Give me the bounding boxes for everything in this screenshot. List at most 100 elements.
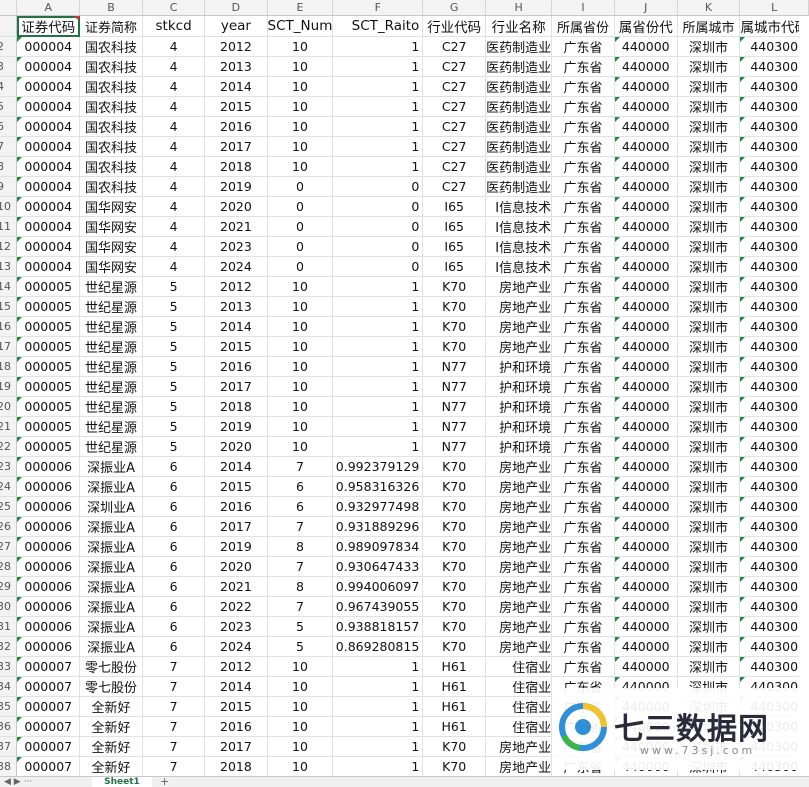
table-cell[interactable]: 1 [332,296,424,317]
table-cell[interactable]: 5 [142,376,206,397]
table-cell[interactable]: 1 [332,716,424,737]
table-cell[interactable]: 1 [332,676,424,697]
row-number[interactable]: 5 [0,96,18,117]
table-cell[interactable]: 0.931889296 [332,516,424,537]
table-cell[interactable]: 0 [267,256,334,277]
table-cell[interactable]: C27 [422,116,487,137]
table-cell[interactable]: 深圳市 [677,356,741,377]
row-number[interactable]: 20 [0,396,18,417]
table-cell[interactable]: 深圳市 [677,156,741,177]
table-cell[interactable]: 440000 [614,536,678,557]
table-cell[interactable]: 10 [267,276,334,297]
table-cell[interactable]: 1 [332,356,424,377]
table-cell[interactable]: 广东省 [551,356,615,377]
table-cell[interactable]: I65 [422,216,487,237]
table-cell[interactable]: 国华网安 [79,216,143,237]
table-cell[interactable]: 深圳市 [677,376,741,397]
table-cell[interactable]: 000006 [16,496,81,517]
table-cell[interactable]: I信息技术 [485,256,553,277]
table-cell[interactable]: 深圳市 [677,636,741,657]
table-cell[interactable]: 000006 [16,616,81,637]
table-cell[interactable]: 10 [267,736,334,757]
table-cell[interactable]: 4 [142,56,206,77]
table-cell[interactable]: 世纪星源 [79,396,143,417]
row-number[interactable]: 38 [0,756,18,776]
table-cell[interactable]: 世纪星源 [79,416,143,437]
table-cell[interactable]: 000005 [16,296,81,317]
table-cell[interactable]: 000006 [16,516,81,537]
table-cell[interactable]: C27 [422,136,487,157]
table-cell[interactable]: 440000 [614,76,678,97]
table-cell[interactable]: 7 [142,676,206,697]
table-cell[interactable]: 房地产业 [485,336,553,357]
table-cell[interactable]: 医药制造业 [485,136,553,157]
table-cell[interactable]: 4 [142,256,206,277]
table-cell[interactable]: 440000 [614,396,678,417]
table-cell[interactable]: 深圳市 [677,236,741,257]
table-cell[interactable]: 国农科技 [79,56,143,77]
table-cell[interactable]: 4 [142,216,206,237]
table-cell[interactable]: 国农科技 [79,76,143,97]
table-cell[interactable]: 2016 [204,496,268,517]
table-cell[interactable]: H61 [422,656,487,677]
table-cell[interactable]: 5 [142,296,206,317]
table-cell[interactable]: 0 [267,216,334,237]
table-cell[interactable]: 0 [267,236,334,257]
table-cell[interactable]: 2012 [204,276,268,297]
table-cell[interactable]: 护和环境 [485,416,553,437]
table-cell[interactable]: 房地产业 [485,276,553,297]
row-number[interactable]: 12 [0,236,18,257]
table-cell[interactable]: 住宿业 [485,696,553,717]
table-cell[interactable]: K70 [422,616,487,637]
table-cell[interactable]: 深圳市 [677,436,741,457]
column-header-a[interactable]: A [16,0,81,16]
row-number[interactable]: 27 [0,536,18,557]
table-cell[interactable]: 10 [267,436,334,457]
table-cell[interactable]: 000004 [16,216,81,237]
table-cell[interactable]: 2021 [204,216,268,237]
row-number[interactable]: 4 [0,76,18,97]
table-cell[interactable]: 6 [142,476,206,497]
table-cell[interactable]: K70 [422,736,487,757]
table-cell[interactable]: 7 [267,516,334,537]
table-cell[interactable]: 广东省 [551,116,615,137]
table-cell[interactable]: K70 [422,596,487,617]
table-cell[interactable]: 0 [332,216,424,237]
table-cell[interactable]: 2023 [204,616,268,637]
vertical-scrollbar[interactable] [799,16,809,776]
row-number[interactable]: 8 [0,156,18,177]
table-cell[interactable]: 4 [142,136,206,157]
table-cell[interactable]: 深圳市 [677,56,741,77]
table-cell[interactable]: 440000 [614,116,678,137]
table-cell[interactable]: 深圳市 [677,516,741,537]
table-cell[interactable]: 5 [142,436,206,457]
table-cell[interactable]: 1 [332,316,424,337]
table-cell[interactable]: 440000 [614,136,678,157]
table-cell[interactable]: 房地产业 [485,616,553,637]
table-cell[interactable]: 000006 [16,456,81,477]
table-cell[interactable]: 0 [332,236,424,257]
header-cell[interactable]: SCT_Raito [332,15,424,37]
table-cell[interactable]: 广东省 [551,216,615,237]
row-number[interactable]: 28 [0,556,18,577]
table-cell[interactable]: 零七股份 [79,676,143,697]
table-cell[interactable]: 1 [332,656,424,677]
table-cell[interactable]: 000004 [16,56,81,77]
table-cell[interactable]: 2015 [204,476,268,497]
table-cell[interactable]: 10 [267,316,334,337]
table-cell[interactable]: 2014 [204,316,268,337]
table-cell[interactable]: 房地产业 [485,316,553,337]
table-cell[interactable]: 深圳市 [677,456,741,477]
table-cell[interactable]: 深振业A [79,516,143,537]
table-cell[interactable]: 世纪星源 [79,276,143,297]
table-cell[interactable]: 5 [142,336,206,357]
table-cell[interactable]: 440000 [614,196,678,217]
table-cell[interactable]: 广东省 [551,136,615,157]
table-cell[interactable]: 5 [142,276,206,297]
table-cell[interactable]: 2019 [204,536,268,557]
table-cell[interactable]: 5 [142,396,206,417]
table-cell[interactable]: 10 [267,76,334,97]
table-cell[interactable]: 7 [267,596,334,617]
row-number[interactable]: 30 [0,596,18,617]
table-cell[interactable]: 000005 [16,396,81,417]
